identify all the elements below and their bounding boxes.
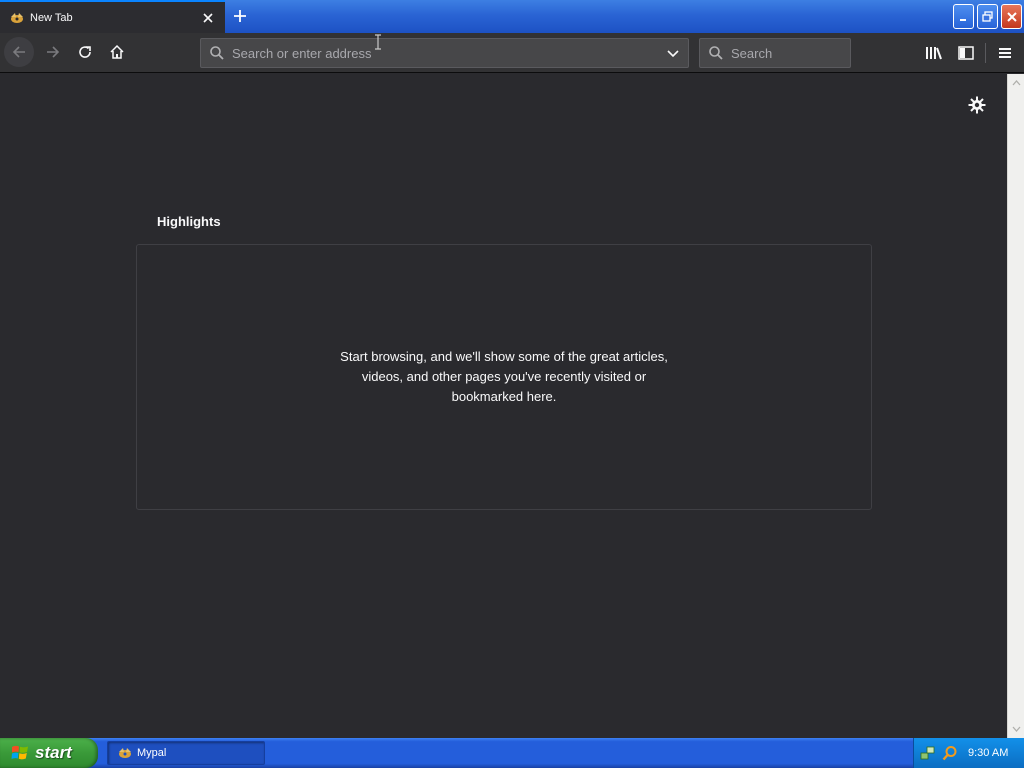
sidebar-icon bbox=[958, 46, 974, 60]
mypal-logo-icon bbox=[117, 745, 133, 761]
search-icon bbox=[708, 45, 724, 61]
scroll-up-icon[interactable] bbox=[1008, 76, 1024, 90]
close-tab-icon[interactable] bbox=[201, 11, 215, 25]
search-bar[interactable] bbox=[699, 38, 907, 68]
clock: 9:30 AM bbox=[968, 747, 1009, 759]
reload-icon bbox=[79, 46, 91, 58]
highlights-title: Highlights bbox=[157, 214, 221, 229]
scroll-down-icon[interactable] bbox=[1008, 722, 1024, 736]
forward-arrow-icon bbox=[47, 46, 60, 58]
restore-icon bbox=[981, 10, 993, 22]
close-window-button[interactable] bbox=[1001, 4, 1022, 29]
forward-button[interactable] bbox=[38, 37, 68, 67]
address-input[interactable] bbox=[232, 45, 665, 61]
library-icon bbox=[926, 47, 942, 60]
chevron-down-icon[interactable] bbox=[665, 45, 681, 61]
new-tab-page: Highlights Start browsing, and we'll sho… bbox=[0, 74, 1007, 738]
navigation-toolbar bbox=[0, 33, 1024, 73]
restore-button[interactable] bbox=[977, 4, 998, 29]
title-bar: New Tab bbox=[0, 0, 1024, 33]
tab-title: New Tab bbox=[30, 11, 73, 24]
toolbar-separator bbox=[985, 43, 986, 63]
hamburger-menu-icon bbox=[999, 48, 1011, 58]
home-icon bbox=[110, 44, 124, 59]
system-tray: 9:30 AM bbox=[913, 738, 1024, 768]
search-icon bbox=[209, 45, 225, 61]
search-tray-icon[interactable] bbox=[942, 745, 958, 761]
gear-icon[interactable] bbox=[966, 94, 988, 116]
taskbar: start Mypal 9:30 AM bbox=[0, 738, 1024, 768]
new-tab-button[interactable] bbox=[230, 6, 250, 26]
taskbar-item-label: Mypal bbox=[137, 747, 167, 759]
minimize-button[interactable] bbox=[953, 4, 974, 29]
reload-button[interactable] bbox=[70, 37, 100, 67]
library-button[interactable] bbox=[919, 38, 949, 68]
windows-logo-icon bbox=[9, 742, 31, 764]
close-icon bbox=[1006, 11, 1017, 22]
back-button[interactable] bbox=[4, 37, 34, 67]
mypal-logo-icon bbox=[9, 10, 25, 26]
url-bar[interactable] bbox=[200, 38, 689, 68]
minimize-icon bbox=[959, 18, 966, 21]
search-input[interactable] bbox=[731, 45, 907, 61]
home-button[interactable] bbox=[102, 37, 132, 67]
sidebar-button[interactable] bbox=[951, 38, 981, 68]
start-label: start bbox=[35, 743, 72, 762]
network-icon[interactable] bbox=[920, 745, 936, 761]
highlights-empty-message: Start browsing, and we'll show some of t… bbox=[340, 349, 668, 404]
tab-new-tab[interactable]: New Tab bbox=[0, 0, 225, 33]
menu-button[interactable] bbox=[990, 38, 1020, 68]
vertical-scrollbar[interactable] bbox=[1007, 74, 1024, 738]
plus-icon bbox=[234, 10, 246, 22]
taskbar-item-mypal[interactable]: Mypal bbox=[107, 741, 265, 765]
start-button[interactable]: start bbox=[0, 738, 98, 768]
i-beam-cursor-icon bbox=[373, 34, 383, 50]
back-arrow-icon bbox=[12, 46, 25, 58]
highlights-empty-box: Start browsing, and we'll show some of t… bbox=[136, 244, 872, 510]
